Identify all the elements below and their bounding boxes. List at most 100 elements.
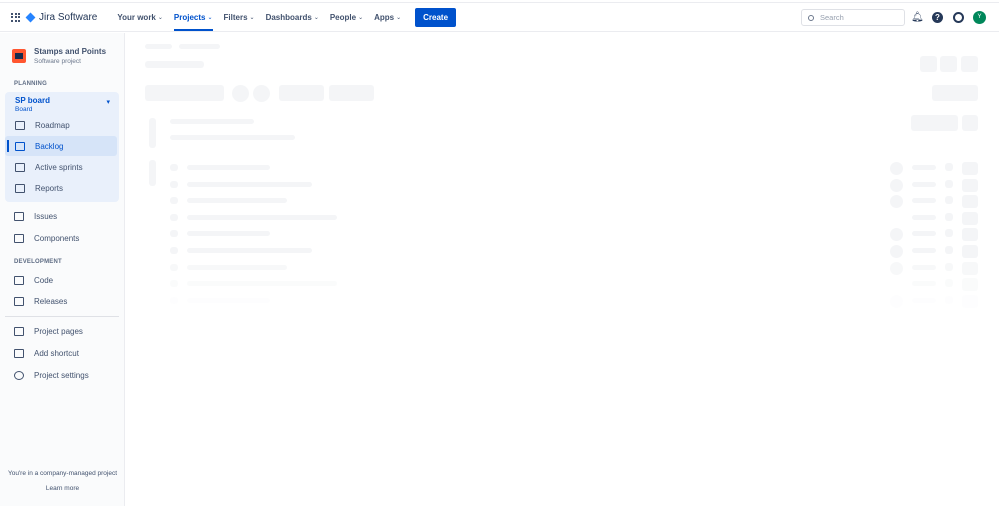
skeleton <box>232 85 249 102</box>
nav-people[interactable]: People ⌄ <box>325 3 368 31</box>
skeleton-row-part <box>962 211 978 225</box>
sidebar-item-reports[interactable]: Reports <box>5 178 117 198</box>
skeleton-row-part <box>945 262 953 271</box>
skeleton-row-part <box>187 264 287 270</box>
sidebar-item-project-pages[interactable]: Project pages <box>5 321 117 341</box>
skeleton-row-part <box>912 297 936 303</box>
learn-more-link[interactable]: Learn more <box>0 485 125 492</box>
help-icon[interactable]: ? <box>932 12 943 23</box>
company-managed-note: You're in a company-managed project <box>7 470 118 477</box>
project-header[interactable]: Stamps and Points Software project <box>12 47 106 65</box>
app-switcher-icon[interactable] <box>11 12 20 22</box>
skeleton <box>911 115 958 131</box>
jira-diamond-icon <box>25 12 36 22</box>
project-name: Stamps and Points <box>34 47 107 56</box>
gear-icon <box>14 370 24 380</box>
nav-your-work[interactable]: Your work ⌄ <box>112 3 168 31</box>
skeleton-row-part <box>890 245 903 258</box>
create-button[interactable]: Create <box>415 7 457 27</box>
chart-icon <box>15 183 25 193</box>
skeleton-row-part <box>890 162 903 175</box>
skeleton-row-part <box>912 165 936 170</box>
skeleton-row-part <box>187 198 287 204</box>
skeleton-row-part <box>962 195 978 209</box>
search-input[interactable]: Search <box>801 9 905 26</box>
chevron-down-icon: ⌄ <box>358 14 364 21</box>
skeleton-row-part <box>962 278 978 292</box>
skeleton-row-part <box>890 228 903 242</box>
skeleton-row-part <box>912 248 936 253</box>
skeleton-row-part <box>170 197 178 205</box>
skeleton-row-part <box>945 179 953 188</box>
skeleton-row-part <box>962 261 978 275</box>
skeleton-row-part <box>945 196 953 205</box>
skeleton-row-part <box>962 245 978 258</box>
nav-dashboards[interactable]: Dashboards ⌄ <box>261 3 324 31</box>
skeleton-row-part <box>912 231 936 237</box>
sidebar-item-code[interactable]: Code <box>5 270 117 290</box>
skeleton <box>253 85 270 102</box>
skeleton-row-part <box>945 279 953 288</box>
skeleton <box>940 56 957 72</box>
skeleton-row-part <box>187 181 312 187</box>
skeleton-row-part <box>187 231 270 237</box>
selected-indicator <box>7 140 9 152</box>
notifications-icon[interactable]: 🔔︎ <box>911 12 924 23</box>
add-shortcut-icon <box>14 348 24 358</box>
skeleton-row-part <box>187 281 337 287</box>
skeleton <box>145 44 172 49</box>
nav-filters[interactable]: Filters ⌄ <box>219 3 260 31</box>
skeleton-row-part <box>170 164 178 171</box>
nav-apps[interactable]: Apps ⌄ <box>369 3 406 31</box>
top-navigation: Jira Software Your work ⌄ Projects ⌄ Filte… <box>0 2 999 32</box>
project-avatar-icon <box>12 49 26 63</box>
sidebar-item-components[interactable]: Components <box>5 228 117 248</box>
skeleton-row-part <box>962 162 978 175</box>
components-icon <box>14 233 24 243</box>
skeleton-row-part <box>890 294 903 308</box>
skeleton <box>961 56 978 72</box>
chevron-down-icon[interactable]: ▾ <box>106 98 110 106</box>
primary-nav: Your work ⌄ Projects ⌄ Filters ⌄ Dashboards… <box>112 3 407 31</box>
skeleton <box>170 119 254 124</box>
skeleton-row-part <box>962 228 978 242</box>
backlog-icon <box>15 141 25 151</box>
nav-projects[interactable]: Projects ⌄ <box>169 3 218 31</box>
sidebar-item-roadmap[interactable]: Roadmap <box>5 115 117 135</box>
skeleton-row-part <box>912 181 936 187</box>
sidebar-item-issues[interactable]: Issues <box>5 206 117 226</box>
skeleton-row-part <box>170 296 178 304</box>
skeleton-row-part <box>170 263 178 271</box>
board-type: Board <box>15 106 33 113</box>
skeleton-row-part <box>890 178 903 192</box>
ship-icon <box>14 296 24 306</box>
product-name: Jira Software <box>39 11 98 23</box>
sidebar-item-active-sprints[interactable]: Active sprints <box>5 157 117 177</box>
skeleton-row-part <box>170 180 178 188</box>
skeleton <box>145 85 224 101</box>
skeleton-row-part <box>945 212 953 221</box>
skeleton <box>149 160 156 186</box>
sidebar-item-releases[interactable]: Releases <box>5 291 117 311</box>
board-name: SP board <box>15 96 50 105</box>
sidebar-item-project-settings[interactable]: Project settings <box>5 365 117 385</box>
sidebar-item-add-shortcut[interactable]: Add shortcut <box>5 343 117 363</box>
skeleton-row-part <box>912 198 936 204</box>
chevron-down-icon: ⌄ <box>157 14 163 21</box>
skeleton <box>179 44 220 49</box>
roadmap-icon <box>15 120 25 130</box>
skeleton-row-part <box>945 295 953 304</box>
skeleton <box>329 85 374 101</box>
divider <box>5 316 119 317</box>
chevron-down-icon: ⌄ <box>207 14 213 21</box>
skeleton-row-part <box>890 261 903 275</box>
jira-logo[interactable]: Jira Software <box>25 11 98 23</box>
skeleton <box>962 115 978 131</box>
skeleton-row-part <box>912 281 936 287</box>
skeleton <box>932 85 978 101</box>
settings-icon[interactable] <box>953 12 964 23</box>
avatar[interactable]: Y <box>973 11 986 24</box>
issues-icon <box>14 211 24 221</box>
skeleton-row-part <box>912 214 936 220</box>
sidebar-item-backlog[interactable]: Backlog <box>5 136 117 156</box>
